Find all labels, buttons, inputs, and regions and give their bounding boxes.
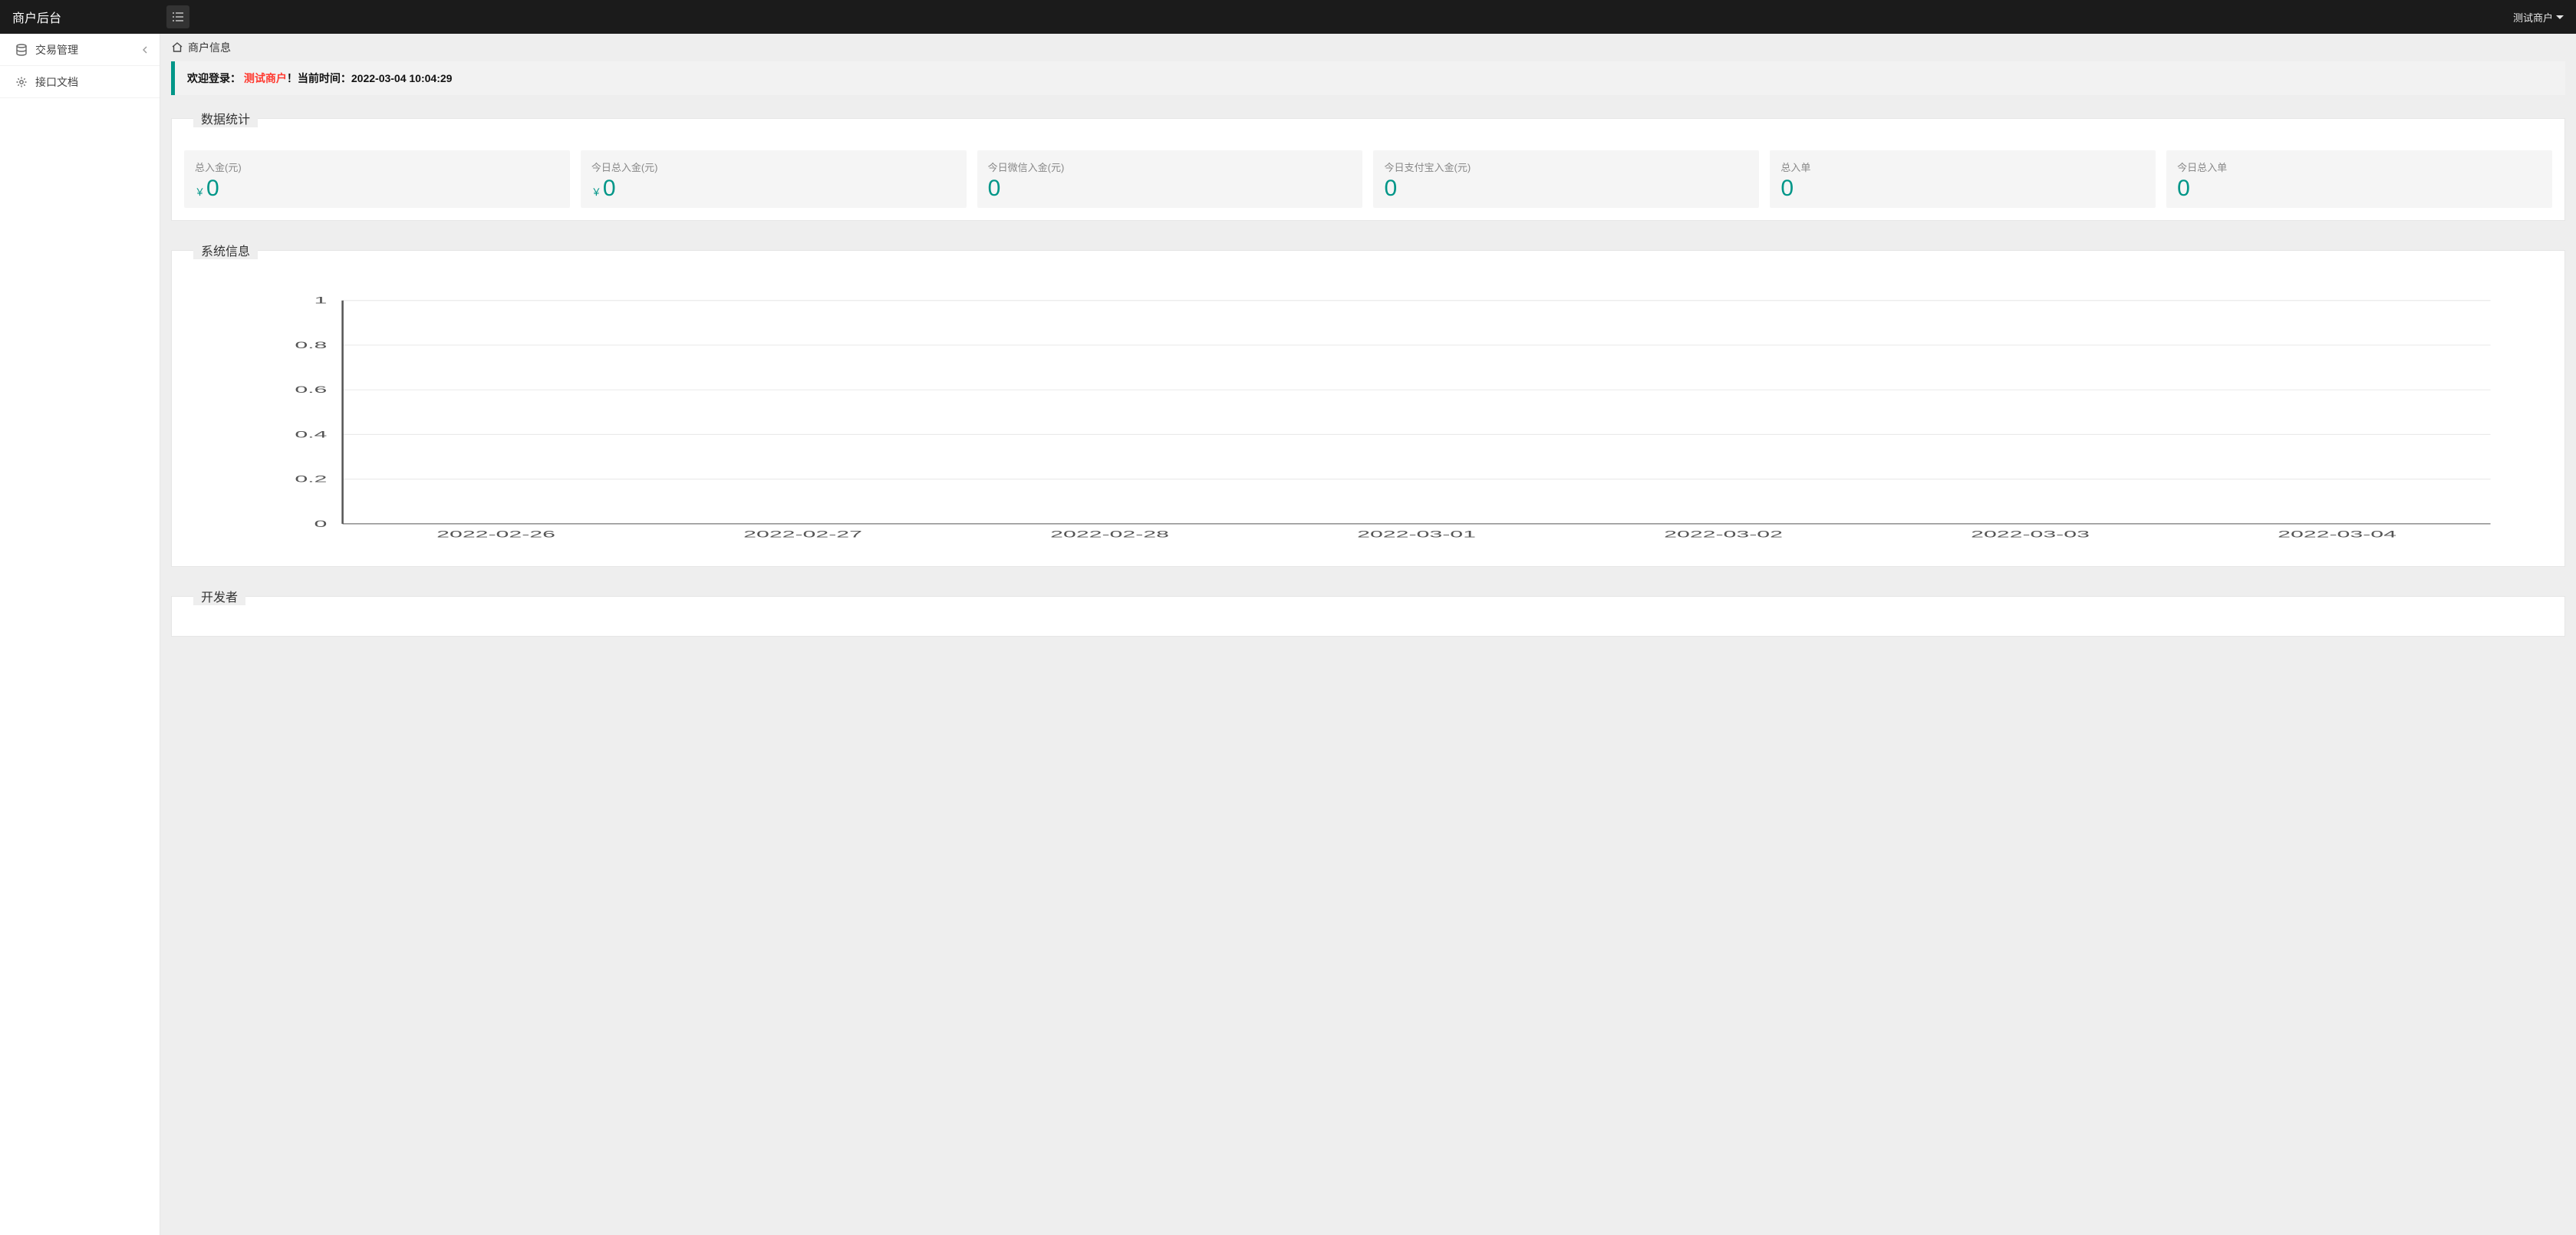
main-content: 商户信息 欢迎登录： 测试商户！当前时间：2022-03-04 10:04:29… [160,34,2576,1235]
stat-label: 今日微信入金(元) [988,160,1352,174]
svg-text:0.2: 0.2 [295,474,327,484]
stat-card: 今日微信入金(元) 0 [977,150,1363,208]
stats-row: 总入金(元)￥0今日总入金(元)￥0今日微信入金(元)0今日支付宝入金(元)0总… [184,150,2552,208]
svg-text:0.8: 0.8 [295,340,327,350]
svg-text:2022-03-04: 2022-03-04 [2278,529,2396,539]
app-logo: 商户后台 [0,0,160,34]
svg-text:2022-02-27: 2022-02-27 [743,529,862,539]
stat-card: 今日总入单 0 [2166,150,2552,208]
svg-text:2022-03-03: 2022-03-03 [1971,529,2090,539]
currency-symbol: ￥ [591,184,601,199]
home-icon [171,41,183,54]
user-menu-dropdown[interactable]: 测试商户 [2513,10,2564,25]
svg-text:1: 1 [315,295,328,305]
system-section: 系统信息 0 0.2 0.4 0.6 0.8 1 2022-02-26 2022-02-27 2… [171,241,2565,567]
database-icon [15,44,28,56]
welcome-time: 2022-03-04 10:04:29 [351,72,453,84]
stat-card: 今日支付宝入金(元) 0 [1373,150,1759,208]
stat-value: 0 [2177,177,2190,200]
nav-label: 交易管理 [35,42,78,58]
stat-value: 0 [1780,177,1794,200]
stat-value: 0 [988,177,1001,200]
stat-value: 0 [603,177,616,200]
stat-label: 今日总入单 [2177,160,2541,174]
stat-card: 今日总入金(元) ￥0 [581,150,967,208]
stat-label: 总入金(元) [195,160,559,174]
stat-value: 0 [206,177,219,200]
stat-label: 今日总入金(元) [591,160,956,174]
stat-value: 0 [1384,177,1397,200]
system-title: 系统信息 [193,241,258,259]
welcome-suffix: ！当前时间： [287,72,351,84]
chart-container: 0 0.2 0.4 0.6 0.8 1 2022-02-26 2022-02-27 2022-0… [184,278,2552,554]
app-header: 商户后台 测试商户 [0,0,2576,34]
svg-text:2022-02-28: 2022-02-28 [1050,529,1169,539]
breadcrumb: 商户信息 [160,34,2576,61]
stat-label: 今日支付宝入金(元) [1384,160,1748,174]
page-title: 商户信息 [188,40,231,55]
sidebar: 交易管理 接口文档 [0,34,160,1235]
currency-symbol: ￥ [195,184,205,199]
svg-text:0.4: 0.4 [295,430,327,440]
svg-text:2022-02-26: 2022-02-26 [436,529,555,539]
stat-card: 总入金(元) ￥0 [184,150,570,208]
stat-label: 总入单 [1780,160,2145,174]
developer-section: 开发者 [171,587,2565,637]
sidebar-item-api-docs[interactable]: 接口文档 [0,66,160,98]
stats-section: 数据统计 总入金(元)￥0今日总入金(元)￥0今日微信入金(元)0今日支付宝入金… [171,109,2565,221]
gear-icon [15,76,28,88]
svg-text:2022-03-01: 2022-03-01 [1357,529,1476,539]
svg-text:0.6: 0.6 [295,384,327,394]
welcome-user: 测试商户 [244,72,287,84]
stats-title: 数据统计 [193,109,258,127]
sidebar-item-transactions[interactable]: 交易管理 [0,34,160,66]
chevron-left-icon [141,46,149,54]
svg-text:2022-03-02: 2022-03-02 [1664,529,1783,539]
svg-text:0: 0 [315,519,328,529]
line-chart: 0 0.2 0.4 0.6 0.8 1 2022-02-26 2022-02-27 2022-0… [207,293,2529,546]
user-name: 测试商户 [2513,10,2553,25]
welcome-prefix: 欢迎登录： [187,72,241,84]
stat-card: 总入单 0 [1770,150,2156,208]
developer-title: 开发者 [193,587,245,605]
list-icon [172,11,184,23]
welcome-banner: 欢迎登录： 测试商户！当前时间：2022-03-04 10:04:29 [171,61,2565,95]
sidebar-toggle-button[interactable] [166,5,189,28]
nav-label: 接口文档 [35,74,78,90]
caret-down-icon [2556,15,2564,19]
